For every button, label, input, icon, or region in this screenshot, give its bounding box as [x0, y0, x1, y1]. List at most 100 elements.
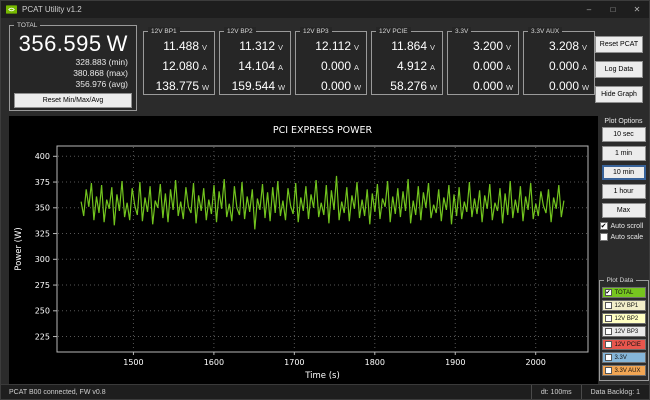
power-chart: 1500160017001800190020002252502753003253… [9, 116, 598, 382]
rail-value-row: 0.000A [452, 57, 513, 77]
rail-value: 0.000 [549, 57, 579, 75]
rail-unit: W [354, 79, 361, 97]
plot-data-item-label: 3.3V AUX [615, 368, 641, 374]
rail-value: 0.000 [473, 77, 503, 95]
maximize-icon[interactable]: □ [601, 1, 625, 18]
rail-unit: W [582, 79, 589, 97]
rail-unit: W [506, 79, 513, 97]
rail-value: 12.080 [162, 57, 199, 75]
rail-unit: A [430, 59, 437, 77]
log-data-button[interactable]: Log Data [595, 61, 643, 78]
connection-status: PCAT B00 connected, FW v0.8 [1, 389, 531, 396]
reset-min-max-avg-button[interactable]: Reset Min/Max/Avg [14, 93, 132, 108]
title-bar: PCAT Utility v1.2 – □ ✕ [1, 1, 649, 18]
rail-unit: A [582, 59, 589, 77]
rail-panel-12v-bp1: 12V BP111.488V12.080A138.775W [143, 31, 215, 95]
hide-graph-button[interactable]: Hide Graph [595, 86, 643, 103]
power-chart-container: 1500160017001800190020002252502753003253… [9, 116, 598, 384]
rail-value: 12.112 [315, 37, 351, 55]
rail-unit: A [278, 59, 285, 77]
plot-data-item-label: 3.3V [615, 355, 627, 361]
rail-value: 4.912 [397, 57, 427, 75]
rail-value-row: 159.544W [224, 77, 285, 97]
reset-pcat-button[interactable]: Reset PCAT [595, 36, 643, 53]
y-tick-label: 250 [35, 307, 50, 316]
plot-data-checkbox [605, 367, 612, 374]
rail-value-row: 0.000W [300, 77, 361, 97]
plot-data-panel: Plot Data ✔TOTAL12V BP112V BP212V BP312V… [599, 280, 649, 381]
rail-unit: V [582, 39, 589, 57]
rail-unit: A [354, 59, 361, 77]
rail-unit: V [506, 39, 513, 57]
rail-panel-label: 3.3V AUX [528, 27, 562, 36]
rail-value: 0.000 [321, 57, 351, 75]
total-power-value: 356.595 [19, 31, 102, 57]
plot-data-item-label: 12V BP1 [615, 303, 639, 309]
rail-panel-3-3v: 3.3V3.200V0.000A0.000W [447, 31, 519, 95]
measurement-panels: TOTAL 356.595 W 328.883 (min) 380.868 (m… [1, 18, 649, 115]
rail-panel-label: 12V BP3 [300, 27, 332, 36]
plot-data-checkbox [605, 328, 612, 335]
nvidia-logo-icon [6, 4, 17, 15]
plot-data-item-total[interactable]: ✔TOTAL [602, 287, 646, 298]
total-panel-label: TOTAL [14, 21, 40, 30]
rail-value: 0.000 [321, 77, 351, 95]
plot-data-checkbox [605, 302, 612, 309]
rail-value-row: 12.080A [148, 57, 209, 77]
close-icon[interactable]: ✕ [625, 1, 649, 18]
rail-value-row: 3.208V [528, 37, 589, 57]
plot-data-item-label: 12V BP2 [615, 316, 639, 322]
rail-panel-12v-bp3: 12V BP312.112V0.000A0.000W [295, 31, 367, 95]
y-tick-label: 375 [35, 178, 50, 187]
rail-value-row: 11.864V [376, 37, 437, 57]
x-tick-label: 2000 [526, 358, 546, 367]
range-button-10-sec[interactable]: 10 sec [602, 127, 646, 142]
range-button-max[interactable]: Max [602, 203, 646, 218]
rail-panels: 12V BP111.488V12.080A138.775W12V BP211.3… [143, 31, 595, 95]
plot-data-checkbox [605, 341, 612, 348]
rail-panel-label: 12V BP2 [224, 27, 256, 36]
x-tick-label: 1800 [365, 358, 385, 367]
plot-data-item-12v-bp1[interactable]: 12V BP1 [602, 300, 646, 311]
y-tick-label: 400 [35, 152, 50, 161]
rail-value-row: 14.104A [224, 57, 285, 77]
range-button-10-min[interactable]: 10 min [602, 165, 646, 180]
rail-panel-label: 12V PCIE [376, 27, 411, 36]
rail-unit: A [506, 59, 513, 77]
rail-value: 11.488 [163, 37, 199, 55]
checkbox-box: ✔ [600, 222, 608, 230]
rail-value-row: 58.276W [376, 77, 437, 97]
dt-indicator: dt: 100ms [531, 385, 581, 400]
plot-data-checkbox: ✔ [605, 289, 612, 296]
plot-data-item-12v-bp3[interactable]: 12V BP3 [602, 326, 646, 337]
rail-value: 159.544 [232, 77, 275, 95]
checkbox-auto-scale[interactable]: Auto scale [600, 233, 648, 241]
status-bar: PCAT B00 connected, FW v0.8 dt: 100ms Da… [1, 384, 649, 400]
y-axis-label: Power (W) [14, 227, 24, 270]
plot-data-item-12v-bp2[interactable]: 12V BP2 [602, 313, 646, 324]
plot-data-item-3-3v-aux[interactable]: 3.3V AUX [602, 365, 646, 376]
plot-data-item-3-3v[interactable]: 3.3V [602, 352, 646, 363]
range-button-1-hour[interactable]: 1 hour [602, 184, 646, 199]
minimize-icon[interactable]: – [577, 1, 601, 18]
rail-unit: A [202, 59, 209, 77]
plot-data-item-12v-pcie[interactable]: 12V PCIE [602, 339, 646, 350]
rail-unit: V [202, 39, 209, 57]
rail-value: 0.000 [549, 77, 579, 95]
checkbox-auto-scroll[interactable]: ✔Auto scroll [600, 222, 648, 230]
range-button-1-min[interactable]: 1 min [602, 146, 646, 161]
x-tick-label: 1600 [204, 358, 224, 367]
rail-value: 58.276 [390, 77, 427, 95]
x-tick-label: 1700 [284, 358, 304, 367]
rail-value: 3.208 [549, 37, 579, 55]
rail-unit: V [430, 39, 437, 57]
x-axis-label: Time (s) [304, 371, 340, 381]
rail-value-row: 3.200V [452, 37, 513, 57]
y-tick-label: 225 [35, 332, 50, 341]
rail-panel-12v-bp2: 12V BP211.312V14.104A159.544W [219, 31, 291, 95]
y-tick-label: 275 [35, 281, 50, 290]
rail-value-row: 138.775W [148, 77, 209, 97]
rail-value: 3.200 [473, 37, 503, 55]
checkbox-label: Auto scroll [611, 223, 644, 230]
rail-unit: W [202, 79, 209, 97]
